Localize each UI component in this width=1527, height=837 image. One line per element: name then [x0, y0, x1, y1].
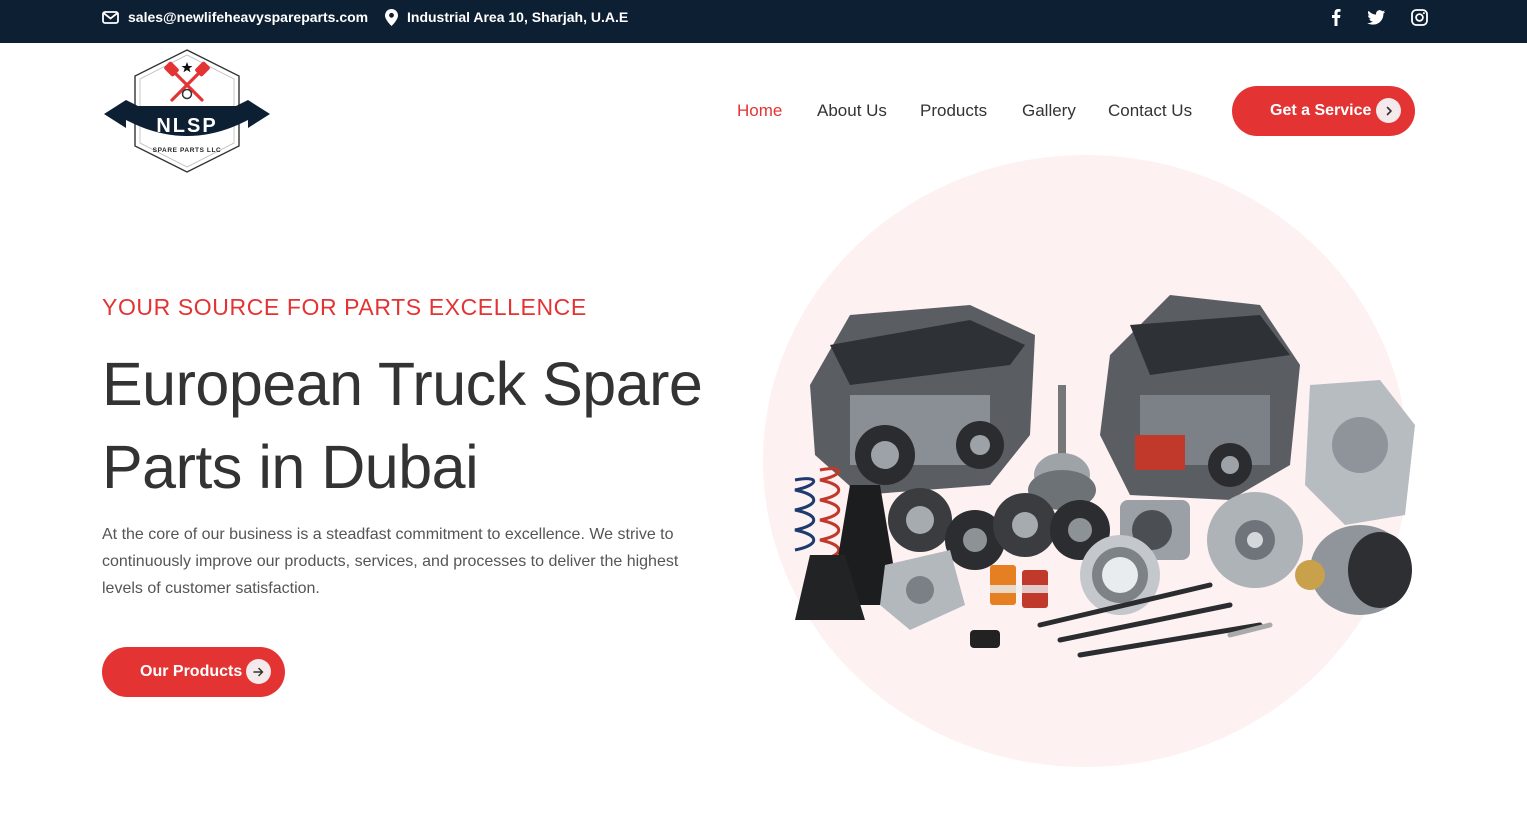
get-a-service-button[interactable]: Get a Service: [1232, 86, 1415, 136]
map-pin-icon: [385, 8, 398, 26]
logo-text: NLSP: [156, 115, 217, 137]
chevron-right-icon: [1376, 98, 1401, 123]
nav-contact-us[interactable]: Contact Us: [1108, 100, 1192, 122]
email-text: sales@newlifeheavyspareparts.com: [128, 9, 369, 25]
truck-parts-image: [790, 285, 1430, 670]
our-products-button[interactable]: Our Products: [102, 647, 285, 697]
top-bar: sales@newlifeheavyspareparts.com Industr…: [0, 0, 1527, 43]
hero-description: At the core of our business is a steadfa…: [102, 526, 679, 597]
address-text: Industrial Area 10, Sharjah, U.A.E: [407, 9, 629, 25]
our-products-label: Our Products: [140, 663, 243, 680]
hero-title: European Truck Spare Parts in Dubai: [102, 350, 703, 501]
facebook-icon[interactable]: [1326, 7, 1346, 27]
instagram-icon[interactable]: [1409, 7, 1429, 27]
arrow-right-icon: [246, 659, 271, 684]
site-logo[interactable]: NLSP SPARE PARTS LLC: [102, 48, 272, 176]
nav-home[interactable]: Home: [737, 100, 782, 122]
envelope-icon: [102, 10, 119, 24]
nav-about-us[interactable]: About Us: [817, 100, 887, 122]
get-a-service-label: Get a Service: [1270, 102, 1372, 119]
nav-gallery[interactable]: Gallery: [1022, 100, 1076, 122]
address-contact: Industrial Area 10, Sharjah, U.A.E: [385, 0, 628, 34]
logo-subtext: SPARE PARTS LLC: [153, 147, 222, 154]
twitter-icon[interactable]: [1366, 7, 1386, 27]
email-contact[interactable]: sales@newlifeheavyspareparts.com: [102, 0, 368, 34]
nav-products[interactable]: Products: [920, 100, 987, 122]
hero-eyebrow: YOUR SOURCE FOR PARTS EXCELLENCE: [102, 294, 587, 320]
